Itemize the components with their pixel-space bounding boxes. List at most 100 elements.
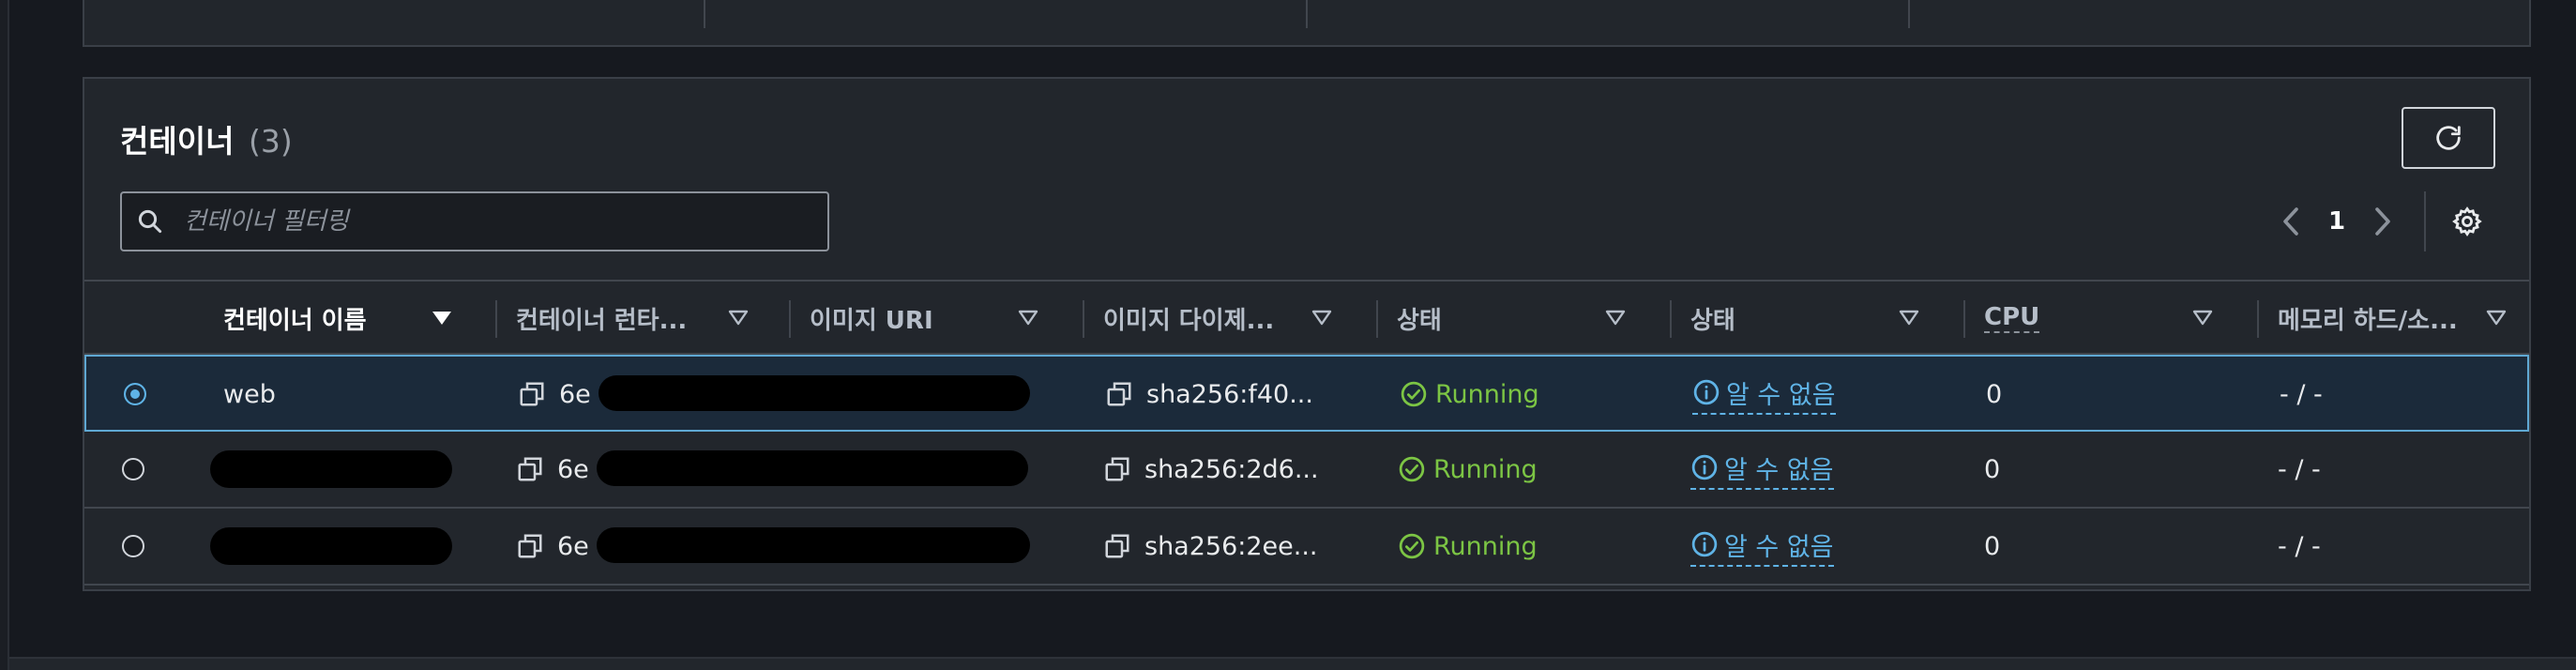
table-row[interactable]: web 6e sha256:f40... Running 알 수 없음 0 - … (84, 355, 2529, 432)
health-cell: 알 수 없음 (1692, 357, 1836, 432)
current-page-number[interactable]: 1 (2311, 207, 2362, 236)
memory-cell: - / - (2280, 357, 2323, 432)
image-digest-cell: sha256:2ee... (1103, 509, 1318, 584)
copy-icon[interactable] (516, 532, 544, 560)
status-cell: Running (1398, 509, 1538, 584)
redaction-block (210, 450, 452, 488)
info-circle-icon (1691, 454, 1718, 480)
status-cell: Running (1400, 357, 1539, 432)
refresh-button[interactable] (2402, 107, 2495, 169)
status-text: Running (1435, 379, 1539, 409)
column-header-health: 상태 (1670, 282, 1919, 355)
redaction-block (597, 527, 1030, 563)
cpu-value: 0 (1984, 531, 2001, 561)
check-circle-icon (1399, 456, 1425, 482)
next-page-button[interactable] (2362, 201, 2403, 242)
sort-icon[interactable] (1605, 310, 1626, 327)
memory-value: - / - (2280, 379, 2323, 409)
health-unknown-link[interactable]: 알 수 없음 (1690, 449, 1834, 490)
health-unknown-link[interactable]: 알 수 없음 (1690, 526, 1834, 567)
cpu-cell: 0 (1986, 357, 2002, 432)
health-text: 알 수 없음 (1724, 455, 1834, 485)
filter-search-box[interactable] (120, 191, 829, 251)
health-text: 알 수 없음 (1726, 380, 1836, 410)
copy-icon[interactable] (518, 380, 546, 408)
redaction-block (597, 450, 1028, 486)
sort-icon[interactable] (1899, 310, 1919, 327)
runtime-id-cell: 6e (516, 509, 589, 584)
column-divider (2257, 300, 2259, 338)
container-name-cell: web (223, 357, 276, 432)
runtime-id: 6e (559, 379, 591, 409)
sort-icon[interactable] (1018, 310, 1038, 327)
memory-value: - / - (2278, 454, 2321, 484)
panel-title: 컨테이너 (3) (120, 116, 293, 161)
sort-icon[interactable] (2192, 310, 2213, 327)
previous-panel-bottom (83, 0, 2531, 47)
image-digest-cell: sha256:2d6... (1103, 432, 1319, 507)
row-select-radio-cell (122, 509, 144, 584)
column-divider (789, 300, 791, 338)
sort-icon[interactable] (1311, 310, 1332, 327)
column-divider (1083, 300, 1084, 338)
column-divider (1376, 300, 1378, 338)
table-row[interactable]: 6e sha256:2d6... Running 알 수 없음 0 - / - (84, 432, 2529, 509)
containers-panel: 컨테이너 (3) 1 (83, 77, 2531, 591)
table-settings-button[interactable] (2448, 203, 2486, 240)
column-label: 메모리 하드/소... (2278, 306, 2458, 335)
copy-icon[interactable] (1103, 455, 1131, 483)
runtime-id: 6e (557, 531, 589, 561)
column-header-image-digest: 이미지 다이제... (1083, 282, 1332, 355)
runtime-id-cell: 6e (516, 432, 589, 507)
health-unknown-link[interactable]: 알 수 없음 (1692, 374, 1836, 415)
status-text: Running (1433, 531, 1538, 561)
runtime-id: 6e (557, 454, 589, 484)
status-running: Running (1398, 455, 1538, 484)
column-label: 컨테이너 이름 (223, 306, 367, 335)
cpu-cell: 0 (1984, 432, 2000, 507)
copy-icon[interactable] (1103, 532, 1131, 560)
column-header-name: 컨테이너 이름 (223, 282, 451, 355)
column-header-runtime-id: 컨테이너 런타... (495, 282, 749, 355)
info-circle-icon (1691, 531, 1718, 557)
table-header: 컨테이너 이름 컨테이너 런타... 이미지 URI 이미지 다이제... 상태… (84, 280, 2529, 355)
previous-page-button[interactable] (2270, 201, 2311, 242)
image-digest: sha256:2d6... (1144, 454, 1319, 484)
health-cell: 알 수 없음 (1690, 509, 1834, 584)
memory-cell: - / - (2278, 509, 2321, 584)
column-header-cpu: CPU (1963, 282, 2213, 355)
status-text: Running (1433, 454, 1538, 484)
image-digest: sha256:f40... (1146, 379, 1313, 409)
sort-icon[interactable] (2486, 310, 2507, 327)
copy-icon[interactable] (1105, 380, 1133, 408)
next-panel-top (9, 657, 2576, 670)
copy-icon[interactable] (516, 455, 544, 483)
column-divider (1908, 0, 1910, 28)
column-divider (1963, 300, 1965, 338)
cpu-value: 0 (1986, 379, 2003, 409)
table-row[interactable]: 6e sha256:2ee... Running 알 수 없음 0 - / - (84, 509, 2529, 586)
row-select-radio-cell (124, 357, 146, 432)
row-select-radio[interactable] (124, 383, 146, 405)
check-circle-icon (1401, 381, 1427, 407)
container-count: (3) (248, 123, 293, 160)
container-name: web (223, 379, 276, 409)
image-digest: sha256:2ee... (1144, 531, 1318, 561)
containers-table: 컨테이너 이름 컨테이너 런타... 이미지 URI 이미지 다이제... 상태… (84, 280, 2529, 586)
filter-input[interactable] (178, 207, 827, 236)
search-icon (122, 207, 178, 236)
check-circle-icon (1399, 533, 1425, 559)
column-header-status: 상태 (1376, 282, 1626, 355)
row-select-radio[interactable] (122, 458, 144, 480)
left-edge-panel (0, 0, 9, 670)
gear-icon (2452, 206, 2482, 236)
sort-descending-icon[interactable] (432, 310, 452, 327)
memory-value: - / - (2278, 531, 2321, 561)
cpu-cell: 0 (1984, 509, 2000, 584)
cpu-value: 0 (1984, 454, 2001, 484)
chevron-left-icon (2283, 207, 2298, 236)
column-label: 상태 (1397, 306, 1442, 335)
sort-icon[interactable] (728, 310, 749, 327)
row-select-radio[interactable] (122, 535, 144, 557)
column-divider (1670, 300, 1672, 338)
